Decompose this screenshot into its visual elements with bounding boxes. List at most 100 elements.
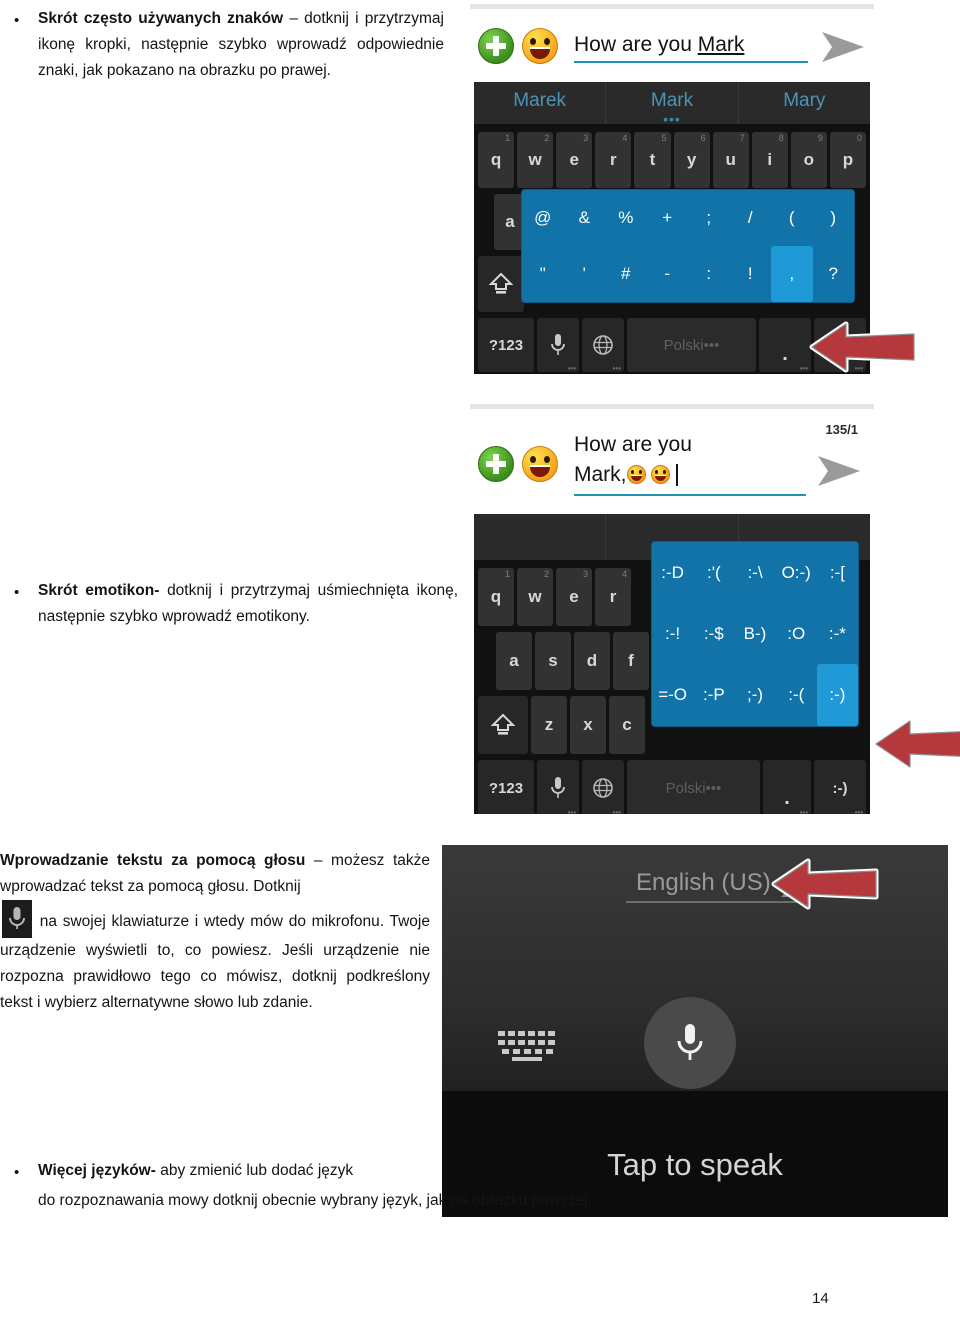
symbol-popup-cell-paren-close[interactable]: ) <box>813 190 855 246</box>
symbols-toggle-key-2[interactable]: ?123 <box>478 760 534 814</box>
key-c-2[interactable]: c <box>609 696 645 754</box>
period-key[interactable]: . ••• <box>759 318 811 373</box>
message-input-symbols[interactable]: How are you Mark <box>574 33 808 63</box>
period-key-label-2: . <box>784 787 790 809</box>
add-attachment-icon-2[interactable] <box>478 446 514 482</box>
key-o-number: 9 <box>817 133 823 143</box>
symbol-popup-cell-hash[interactable]: # <box>605 246 647 302</box>
suggestion-item-2[interactable]: Mary <box>737 82 870 124</box>
key-t[interactable]: 5t <box>634 132 671 188</box>
paragraph-voice-input-part2: na swojej klawiaturze i wtedy mów do mik… <box>0 913 430 1011</box>
smiley-key[interactable]: :-) ••• <box>814 760 866 814</box>
key-o[interactable]: 9o <box>790 132 827 188</box>
globe-key-dots: ••• <box>612 364 621 373</box>
key-w-2[interactable]: 2w <box>517 568 553 626</box>
symbol-popup-cell-squote[interactable]: ' <box>564 246 606 302</box>
key-e-2[interactable]: 3e <box>556 568 592 626</box>
key-p-label: p <box>842 150 854 169</box>
key-q[interactable]: 1q <box>478 132 515 188</box>
emoticon-popup-cell-0-4[interactable]: :-[ <box>817 542 858 603</box>
period-key-label: . <box>782 343 788 365</box>
paragraph-shortcut-emoticons: Skrót emotikon- dotknij i przytrzymaj uś… <box>38 578 458 630</box>
red-left-arrow-pointer-symbols <box>806 318 920 376</box>
key-s-2[interactable]: s <box>535 632 571 690</box>
key-y[interactable]: 6y <box>673 132 710 188</box>
paragraph-shortcut-symbols-lead: Skrót często używanych znaków <box>38 10 284 27</box>
message-input-emoticons[interactable]: How are you Mark, <box>574 430 806 496</box>
key-q-2[interactable]: 1q <box>478 568 514 626</box>
key-e-2-number: 3 <box>582 569 588 579</box>
symbol-popup-cell-question[interactable]: ? <box>813 246 855 302</box>
emoticon-popup-cell-0-0[interactable]: :-D <box>652 542 693 603</box>
emoticon-popup-cell-1-0[interactable]: :-! <box>652 603 693 664</box>
symbol-popup-cell-dquote[interactable]: " <box>522 246 564 302</box>
space-key[interactable]: Polski ••• <box>627 318 756 372</box>
key-f-2[interactable]: f <box>613 632 649 690</box>
space-key-2[interactable]: Polski ••• <box>627 760 760 814</box>
symbol-popup-cell-percent[interactable]: % <box>605 190 647 246</box>
shift-icon[interactable] <box>478 256 524 312</box>
key-p[interactable]: 0p <box>829 132 866 188</box>
emoticon-popup-cell-1-2[interactable]: B-) <box>734 603 775 664</box>
emoticon-popup-cell-2-3[interactable]: :-( <box>776 664 817 726</box>
symbol-popup-cell-colon[interactable]: : <box>688 246 730 302</box>
mic-icon[interactable]: ••• <box>537 318 579 373</box>
symbol-popup-cell-comma-selected[interactable]: , <box>771 246 813 302</box>
key-t-number: 5 <box>661 133 667 143</box>
space-key-dots: ••• <box>703 336 720 354</box>
globe-icon[interactable]: ••• <box>582 318 624 373</box>
key-w[interactable]: 2w <box>517 132 554 188</box>
inline-emoticon-1 <box>626 465 646 484</box>
key-a-2[interactable]: a <box>496 632 532 690</box>
insert-emoticon-icon-2[interactable] <box>522 446 558 482</box>
add-attachment-icon[interactable] <box>478 28 514 64</box>
emoticon-popup-cell-0-3[interactable]: O:-) <box>776 542 817 603</box>
suggestion-item-0[interactable]: Marek <box>474 82 605 124</box>
emoticon-popup-panel[interactable]: :-D :'( :-\ O:-) :-[ :-! :-$ B-) :O :-* … <box>652 542 859 726</box>
symbol-popup-cell-slash[interactable]: / <box>730 190 772 246</box>
key-q-2-number: 1 <box>504 569 510 579</box>
suggestion-item-1[interactable]: Mark ••• <box>605 82 737 126</box>
emoticon-popup-cell-2-0[interactable]: =-O <box>652 664 693 726</box>
key-e[interactable]: 3e <box>556 132 593 188</box>
suggestion-bar[interactable]: Marek Mark ••• Mary <box>474 82 870 126</box>
key-r-2[interactable]: 4r <box>595 568 631 626</box>
symbol-popup-cell-exclaim[interactable]: ! <box>730 246 772 302</box>
emoticon-popup-cell-1-1[interactable]: :-$ <box>693 603 734 664</box>
emoticon-popup-cell-1-4[interactable]: :-* <box>817 603 858 664</box>
send-arrow-icon[interactable] <box>820 28 866 66</box>
send-arrow-icon-2[interactable] <box>816 452 862 490</box>
insert-emoticon-icon[interactable] <box>522 28 558 64</box>
key-w-number: 2 <box>544 133 550 143</box>
key-z-2[interactable]: z <box>531 696 567 754</box>
symbol-popup-cell-amp[interactable]: & <box>564 190 606 246</box>
shift-icon-2[interactable] <box>478 696 528 754</box>
symbol-popup-cell-paren-open[interactable]: ( <box>771 190 813 246</box>
emoticon-popup-cell-2-1[interactable]: :-P <box>693 664 734 726</box>
emoticon-popup-cell-0-2[interactable]: :-\ <box>734 542 775 603</box>
key-d-2[interactable]: d <box>574 632 610 690</box>
key-r[interactable]: 4r <box>595 132 632 188</box>
symbols-toggle-key[interactable]: ?123 <box>478 318 534 372</box>
space-key-dots-2: ••• <box>705 779 722 797</box>
suggestion-slot-0[interactable] <box>474 514 605 560</box>
globe-icon-2[interactable]: ••• <box>582 760 624 814</box>
keyboard-icon[interactable] <box>498 1031 556 1061</box>
key-u-number: 7 <box>739 133 745 143</box>
emoticon-popup-cell-2-2[interactable]: ;-) <box>734 664 775 726</box>
emoticon-popup-cell-1-3[interactable]: :O <box>776 603 817 664</box>
key-i[interactable]: 8i <box>751 132 788 188</box>
symbol-popup-cell-semicolon[interactable]: ; <box>688 190 730 246</box>
android-keyboard-emoticons[interactable]: 1q 2w 3e 4r a s d f z x c ?123 ••• ••• P… <box>474 514 870 814</box>
emoticon-popup-cell-0-1[interactable]: :'( <box>693 542 734 603</box>
key-x-2[interactable]: x <box>570 696 606 754</box>
mic-icon-2[interactable]: ••• <box>537 760 579 814</box>
key-u[interactable]: 7u <box>712 132 749 188</box>
mic-button[interactable] <box>644 997 736 1089</box>
symbol-popup-panel[interactable]: @ & % + ; / ( ) " ' # - : ! , ? <box>522 190 854 302</box>
emoticon-popup-cell-2-4-selected[interactable]: :-) <box>816 664 859 726</box>
symbol-popup-cell-plus[interactable]: + <box>647 190 689 246</box>
period-key-2[interactable]: . ••• <box>763 760 811 814</box>
symbol-popup-cell-at[interactable]: @ <box>522 190 564 246</box>
symbol-popup-cell-dash[interactable]: - <box>647 246 689 302</box>
